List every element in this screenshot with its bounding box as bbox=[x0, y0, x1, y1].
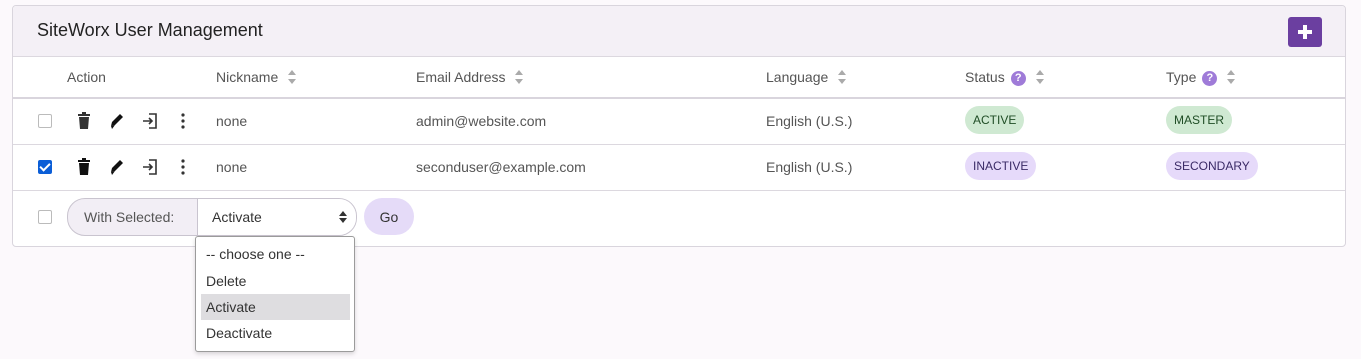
nickname-cell: none bbox=[216, 159, 248, 175]
language-cell: English (U.S.) bbox=[766, 113, 853, 129]
status-badge: ACTIVE bbox=[965, 106, 1025, 134]
add-user-button[interactable] bbox=[1288, 17, 1322, 47]
dropdown-option[interactable]: Delete bbox=[201, 268, 350, 294]
dropdown-option[interactable]: -- choose one -- bbox=[201, 241, 350, 267]
column-type[interactable]: Type? bbox=[1166, 69, 1236, 86]
help-icon[interactable]: ? bbox=[1202, 71, 1218, 86]
sort-icon[interactable] bbox=[838, 70, 847, 84]
column-action-label: Action bbox=[67, 69, 106, 85]
column-status-label: Status bbox=[965, 69, 1005, 85]
nickname-cell: none bbox=[216, 113, 248, 129]
column-type-label: Type bbox=[1166, 69, 1197, 85]
column-action: Action bbox=[67, 69, 106, 85]
table-row: none admin@website.com English (U.S.) AC… bbox=[13, 98, 1345, 145]
column-status[interactable]: Status? bbox=[965, 69, 1044, 86]
sort-icon[interactable] bbox=[1035, 70, 1044, 84]
pencil-icon[interactable] bbox=[109, 112, 125, 130]
column-nickname[interactable]: Nickname bbox=[216, 69, 297, 85]
select-all-checkbox[interactable] bbox=[38, 210, 52, 224]
column-email-label: Email Address bbox=[416, 69, 506, 85]
language-cell: English (U.S.) bbox=[766, 159, 853, 175]
help-icon[interactable]: ? bbox=[1010, 71, 1026, 86]
type-badge: SECONDARY bbox=[1166, 152, 1258, 180]
user-management-panel: SiteWorx User Management Action Nickname… bbox=[12, 5, 1346, 247]
login-icon[interactable] bbox=[142, 112, 158, 130]
bulk-action-select[interactable]: Activate bbox=[197, 199, 356, 235]
column-email[interactable]: Email Address bbox=[416, 69, 524, 85]
row-checkbox[interactable] bbox=[38, 114, 52, 128]
kebab-icon[interactable] bbox=[179, 158, 195, 176]
row-checkbox[interactable] bbox=[38, 160, 52, 174]
sort-icon[interactable] bbox=[1227, 70, 1236, 84]
bulk-action-dropdown: -- choose one -- Delete Activate Deactiv… bbox=[195, 236, 355, 352]
column-language[interactable]: Language bbox=[766, 69, 847, 85]
dropdown-option-selected[interactable]: Activate bbox=[201, 294, 350, 320]
go-button[interactable]: Go bbox=[364, 198, 414, 235]
bulk-action-select-value: Activate bbox=[212, 209, 262, 225]
table-row: none seconduser@example.com English (U.S… bbox=[13, 144, 1345, 191]
email-cell: admin@website.com bbox=[416, 113, 547, 129]
select-arrows-icon bbox=[339, 211, 347, 223]
with-selected-group: With Selected: Activate bbox=[67, 198, 357, 236]
page-title: SiteWorx User Management bbox=[37, 20, 263, 40]
login-icon[interactable] bbox=[142, 158, 158, 176]
type-badge: MASTER bbox=[1166, 106, 1233, 134]
kebab-icon[interactable] bbox=[179, 112, 195, 130]
sort-icon[interactable] bbox=[288, 70, 297, 84]
column-language-label: Language bbox=[766, 69, 829, 85]
email-cell: seconduser@example.com bbox=[416, 159, 586, 175]
column-nickname-label: Nickname bbox=[216, 69, 279, 85]
trash-icon[interactable] bbox=[76, 112, 92, 130]
pencil-icon[interactable] bbox=[109, 158, 125, 176]
with-selected-label: With Selected: bbox=[84, 209, 175, 225]
table-header: Action Nickname Email Address Language S… bbox=[13, 57, 1345, 99]
trash-icon[interactable] bbox=[76, 158, 92, 176]
sort-icon[interactable] bbox=[515, 70, 524, 84]
status-badge: INACTIVE bbox=[965, 152, 1037, 180]
dropdown-option[interactable]: Deactivate bbox=[201, 320, 350, 346]
panel-header: SiteWorx User Management bbox=[13, 6, 1345, 57]
